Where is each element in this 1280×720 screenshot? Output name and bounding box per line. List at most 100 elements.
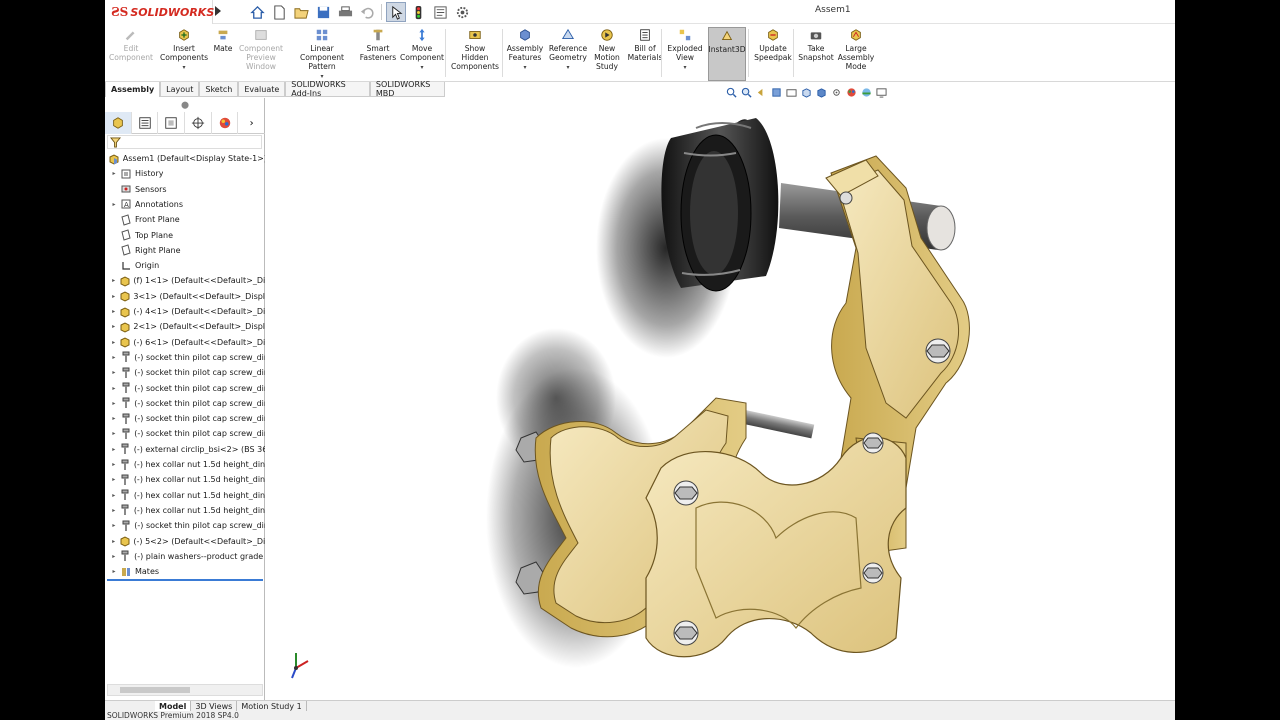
display-style-icon[interactable]: [815, 86, 827, 98]
solidworks-logo[interactable]: ƧS SOLIDWORKS: [105, 0, 214, 24]
filter-icon[interactable]: [110, 136, 121, 148]
tree-item[interactable]: ▸ History: [105, 166, 265, 181]
scrollbar-thumb[interactable]: [120, 687, 190, 693]
mate-button[interactable]: Mate: [212, 27, 234, 81]
tree-item[interactable]: Front Plane: [105, 212, 265, 227]
assembly-model[interactable]: [266, 98, 1175, 700]
tab-solidworks-add-ins[interactable]: SOLIDWORKS Add-Ins: [285, 80, 370, 98]
tree-item[interactable]: ▸ (-) socket thin pilot cap screw_din: [105, 426, 265, 441]
propertymanager-icon[interactable]: [132, 112, 159, 134]
tree-item[interactable]: Origin: [105, 258, 265, 273]
tab-layout[interactable]: Layout: [160, 82, 200, 97]
expand-arrow-icon[interactable]: ▸: [109, 553, 119, 560]
tree-item[interactable]: Right Plane: [105, 243, 265, 258]
tab-3d-views[interactable]: 3D Views: [191, 701, 238, 711]
expand-arrow-icon[interactable]: ▸: [109, 492, 119, 499]
dynamic-annotation-icon[interactable]: [785, 86, 797, 98]
tree-item[interactable]: ▸ (-) hex collar nut 1.5d height_din<: [105, 472, 265, 487]
expand-arrow-icon[interactable]: ▸: [109, 385, 119, 392]
tab-evaluate[interactable]: Evaluate: [238, 82, 286, 97]
expand-arrow-icon[interactable]: ▸: [109, 522, 119, 529]
expand-arrow-icon[interactable]: ▸: [109, 400, 119, 407]
tree-horizontal-scrollbar[interactable]: [107, 684, 263, 696]
tree-item[interactable]: ▸ (-) external circlip_bsi<2> (BS 367: [105, 442, 265, 457]
tree-item[interactable]: Sensors: [105, 182, 265, 197]
file-properties-icon[interactable]: [430, 2, 450, 22]
previous-view-icon[interactable]: [755, 86, 767, 98]
featuremanager-tree-icon[interactable]: [105, 112, 132, 134]
edit-appearance-icon[interactable]: [845, 86, 857, 98]
displaymanager-icon[interactable]: [212, 112, 239, 134]
smart-fasteners-button[interactable]: Smart Fasteners: [359, 27, 397, 81]
tree-item[interactable]: ▸ 3<1> (Default<<Default>_Display: [105, 289, 265, 304]
tree-item[interactable]: ▸ (-) socket thin pilot cap screw_din: [105, 365, 265, 380]
rollback-bar[interactable]: [107, 579, 263, 581]
expand-arrow-icon[interactable]: ▸: [109, 323, 118, 330]
dropdown-arrow-icon[interactable]: ▾: [420, 63, 423, 72]
tab-solidworks-mbd[interactable]: SOLIDWORKS MBD: [369, 80, 445, 98]
home-icon[interactable]: [247, 2, 267, 22]
open-icon[interactable]: [291, 2, 311, 22]
expand-arrow-icon[interactable]: ▸: [109, 538, 118, 545]
save-icon[interactable]: [313, 2, 333, 22]
front-clamp-block[interactable]: [645, 432, 907, 658]
expand-arrow-icon[interactable]: ▸: [109, 446, 118, 453]
bill-of-materials-button[interactable]: Bill of Materials: [628, 27, 662, 81]
tab-assembly[interactable]: Assembly: [105, 82, 161, 97]
take-snapshot-button[interactable]: Take Snapshot: [798, 27, 834, 81]
tab-sketch[interactable]: Sketch: [199, 82, 239, 97]
insert-components-button[interactable]: Insert Components ▾: [160, 27, 208, 81]
apply-scene-icon[interactable]: [860, 86, 872, 98]
options-icon[interactable]: [452, 2, 472, 22]
assembly-features-button[interactable]: Assembly Features ▾: [507, 27, 543, 81]
expand-arrow-icon[interactable]: ▸: [109, 354, 119, 361]
expand-arrow-icon[interactable]: ▸: [109, 369, 119, 376]
reference-geometry-button[interactable]: Reference Geometry ▾: [548, 27, 588, 81]
exploded-view-button[interactable]: Exploded View ▾: [666, 27, 704, 81]
expand-arrow-icon[interactable]: ▸: [109, 430, 119, 437]
large-assembly-mode-button[interactable]: Large Assembly Mode: [838, 27, 874, 81]
tree-item[interactable]: Assem1 (Default<Display State-1>): [105, 151, 265, 166]
linear-component-pattern-button[interactable]: Linear Component Pattern ▾: [288, 27, 356, 81]
move-component-button[interactable]: Move Component ▾: [400, 27, 444, 81]
tree-item[interactable]: ▸ (-) hex collar nut 1.5d height_din<: [105, 488, 265, 503]
expand-arrow-icon[interactable]: ▸: [109, 415, 119, 422]
expand-arrow-icon[interactable]: ▸: [109, 476, 119, 483]
tree-item[interactable]: ▸ (f) 1<1> (Default<<Default>_Disp: [105, 273, 265, 288]
expand-arrow-icon[interactable]: ▸: [109, 293, 118, 300]
dropdown-arrow-icon[interactable]: ▾: [182, 63, 185, 72]
panel-scroll-right-icon[interactable]: ›: [238, 112, 265, 134]
show-hidden-button[interactable]: Show Hidden Components: [449, 27, 501, 81]
expand-arrow-icon[interactable]: ▸: [109, 308, 118, 315]
tree-item[interactable]: ▸ (-) hex collar nut 1.5d height_din<: [105, 503, 265, 518]
graphics-area[interactable]: [266, 98, 1175, 700]
new-motion-study-button[interactable]: New Motion Study: [592, 27, 622, 81]
expand-arrow-icon[interactable]: ▸: [109, 568, 119, 575]
undo-icon[interactable]: [357, 2, 377, 22]
tree-item[interactable]: Top Plane: [105, 228, 265, 243]
pulley-wheel[interactable]: [661, 113, 779, 292]
tree-item[interactable]: ▸ (-) plain washers--product grade c: [105, 549, 265, 564]
new-icon[interactable]: [269, 2, 289, 22]
tree-item[interactable]: ▸ (-) 6<1> (Default<<Default>_Disp: [105, 335, 265, 350]
select-icon[interactable]: [386, 2, 406, 22]
tree-item[interactable]: ▸ Mates: [105, 564, 265, 579]
hide-show-items-icon[interactable]: [830, 86, 842, 98]
tab-model[interactable]: Model: [155, 701, 192, 711]
panel-grip[interactable]: ⬤: [105, 98, 265, 112]
tab-motion-study-1[interactable]: Motion Study 1: [237, 701, 307, 711]
expand-arrow-icon[interactable]: ▸: [109, 201, 119, 208]
tree-item[interactable]: ▸ A Annotations: [105, 197, 265, 212]
tree-filter[interactable]: [107, 135, 262, 149]
tree-item[interactable]: ▸ (-) 4<1> (Default<<Default>_Disp: [105, 304, 265, 319]
view-settings-icon[interactable]: [875, 86, 887, 98]
dropdown-arrow-icon[interactable]: ▾: [566, 63, 569, 72]
tree-item[interactable]: ▸ (-) socket thin pilot cap screw_din: [105, 381, 265, 396]
view-orientation-icon[interactable]: [800, 86, 812, 98]
tree-item[interactable]: ▸ 2<1> (Default<<Default>_Display: [105, 319, 265, 334]
expand-arrow-icon[interactable]: ▸: [109, 461, 119, 468]
tree-item[interactable]: ▸ (-) socket thin pilot cap screw_din: [105, 396, 265, 411]
menu-expand-icon[interactable]: [215, 6, 221, 16]
print-icon[interactable]: [335, 2, 355, 22]
zoom-to-area-icon[interactable]: [740, 86, 752, 98]
